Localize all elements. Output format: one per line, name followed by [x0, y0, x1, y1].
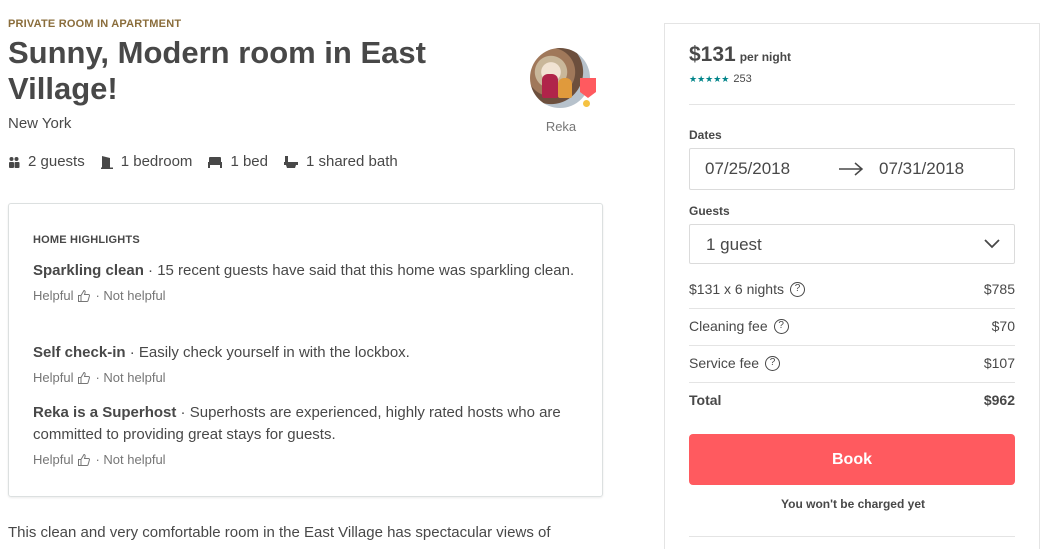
- total-label: Total: [689, 392, 722, 408]
- verified-dot-icon: [581, 98, 592, 109]
- listing-city[interactable]: New York: [8, 115, 71, 132]
- line-value: $785: [983, 281, 1015, 297]
- price-row: $131 per night: [689, 43, 791, 67]
- rating-row[interactable]: ★★★★★ 253: [689, 73, 752, 85]
- price-line-total: Total $962: [689, 392, 1015, 408]
- info-icon[interactable]: ?: [789, 281, 805, 297]
- superhost-badge-icon: [580, 78, 596, 98]
- guests-icon: [9, 156, 20, 168]
- thumbs-up-icon[interactable]: [77, 371, 91, 385]
- bath-icon: [283, 155, 298, 168]
- door-icon: [100, 155, 113, 169]
- amenity-bed: 1 bed: [208, 153, 268, 170]
- per-night-label: per night: [739, 50, 792, 64]
- line-label: Service fee: [689, 355, 760, 371]
- thumbs-up-icon[interactable]: [77, 453, 91, 467]
- highlight-item: Reka is a Superhost · Superhosts are exp…: [33, 402, 578, 467]
- amenities-row: 2 guests 1 bedroom 1 bed 1 shared bath: [8, 153, 414, 170]
- highlight-title: Reka is a Superhost: [33, 404, 177, 421]
- amenity-label: 2 guests: [28, 153, 85, 170]
- helpful-link[interactable]: Helpful: [33, 288, 73, 303]
- highlight-item: Self check-in · Easily check yourself in…: [33, 342, 578, 385]
- price-line-service: Service fee? $107: [689, 355, 1015, 371]
- home-highlights-card: HOME HIGHLIGHTS Sparkling clean · 15 rec…: [8, 203, 603, 497]
- line-value: $70: [991, 318, 1015, 334]
- highlight-title: Self check-in: [33, 344, 126, 361]
- review-count[interactable]: 253: [733, 73, 751, 85]
- host-avatar[interactable]: [530, 48, 596, 109]
- highlight-text: · Easily check yourself in with the lock…: [125, 344, 410, 361]
- highlight-feedback: Helpful · Not helpful: [33, 288, 578, 303]
- highlights-heading: HOME HIGHLIGHTS: [33, 234, 140, 246]
- listing-description: This clean and very comfortable room in …: [8, 524, 551, 541]
- host-profile[interactable]: Reka: [530, 48, 596, 134]
- highlight-feedback: Helpful · Not helpful: [33, 370, 578, 385]
- amenity-label: 1 shared bath: [305, 153, 398, 170]
- highlight-title: Sparkling clean: [33, 262, 144, 279]
- amenity-label: 1 bed: [230, 153, 268, 170]
- highlight-feedback: Helpful · Not helpful: [33, 452, 578, 467]
- info-icon[interactable]: ?: [773, 318, 789, 334]
- divider: [689, 345, 1015, 346]
- not-helpful-link[interactable]: · Not helpful: [95, 288, 165, 303]
- highlight-item: Sparkling clean · 15 recent guests have …: [33, 260, 578, 303]
- guests-value: 1 guest: [706, 235, 762, 254]
- line-label: Cleaning fee: [689, 318, 768, 334]
- amenity-label: 1 bedroom: [120, 153, 193, 170]
- price-line-nights: $131 x 6 nights? $785: [689, 281, 1015, 297]
- not-helpful-link[interactable]: · Not helpful: [95, 370, 165, 385]
- amenity-guests: 2 guests: [8, 153, 85, 170]
- listing-title: Sunny, Modern room in East Village!: [8, 35, 426, 106]
- thumbs-up-icon[interactable]: [77, 289, 91, 303]
- not-helpful-link[interactable]: · Not helpful: [95, 452, 165, 467]
- not-charged-note: You won't be charged yet: [781, 497, 925, 511]
- amenity-bedroom: 1 bedroom: [100, 153, 193, 170]
- guests-select[interactable]: 1 guest: [689, 224, 1015, 264]
- helpful-link[interactable]: Helpful: [33, 370, 73, 385]
- dates-label: Dates: [689, 128, 722, 142]
- total-value: $962: [983, 392, 1015, 408]
- host-name[interactable]: Reka: [530, 119, 592, 134]
- divider: [689, 382, 1015, 383]
- divider: [689, 536, 1015, 537]
- divider: [689, 104, 1015, 105]
- arrow-right-icon: [839, 162, 864, 176]
- line-label: $131 x 6 nights: [689, 281, 784, 297]
- nightly-price: $131: [689, 43, 736, 66]
- chevron-down-icon: [984, 239, 1000, 249]
- line-value: $107: [983, 355, 1015, 371]
- amenity-bath: 1 shared bath: [283, 153, 398, 170]
- dates-picker[interactable]: 07/25/2018 07/31/2018: [689, 148, 1015, 190]
- bed-icon: [208, 156, 223, 168]
- price-line-cleaning: Cleaning fee? $70: [689, 318, 1015, 334]
- guests-label: Guests: [689, 204, 730, 218]
- booking-panel: $131 per night ★★★★★ 253 Dates 07/25/201…: [664, 23, 1040, 549]
- helpful-link[interactable]: Helpful: [33, 452, 73, 467]
- book-button[interactable]: Book: [689, 434, 1015, 485]
- check-out-date[interactable]: 07/31/2018: [879, 159, 964, 179]
- info-icon[interactable]: ?: [765, 355, 781, 371]
- divider: [689, 308, 1015, 309]
- highlight-text: · 15 recent guests have said that this h…: [143, 262, 575, 279]
- star-rating-icon: ★★★★★: [689, 73, 730, 84]
- check-in-date[interactable]: 07/25/2018: [705, 159, 790, 179]
- room-type-label: PRIVATE ROOM IN APARTMENT: [8, 18, 182, 30]
